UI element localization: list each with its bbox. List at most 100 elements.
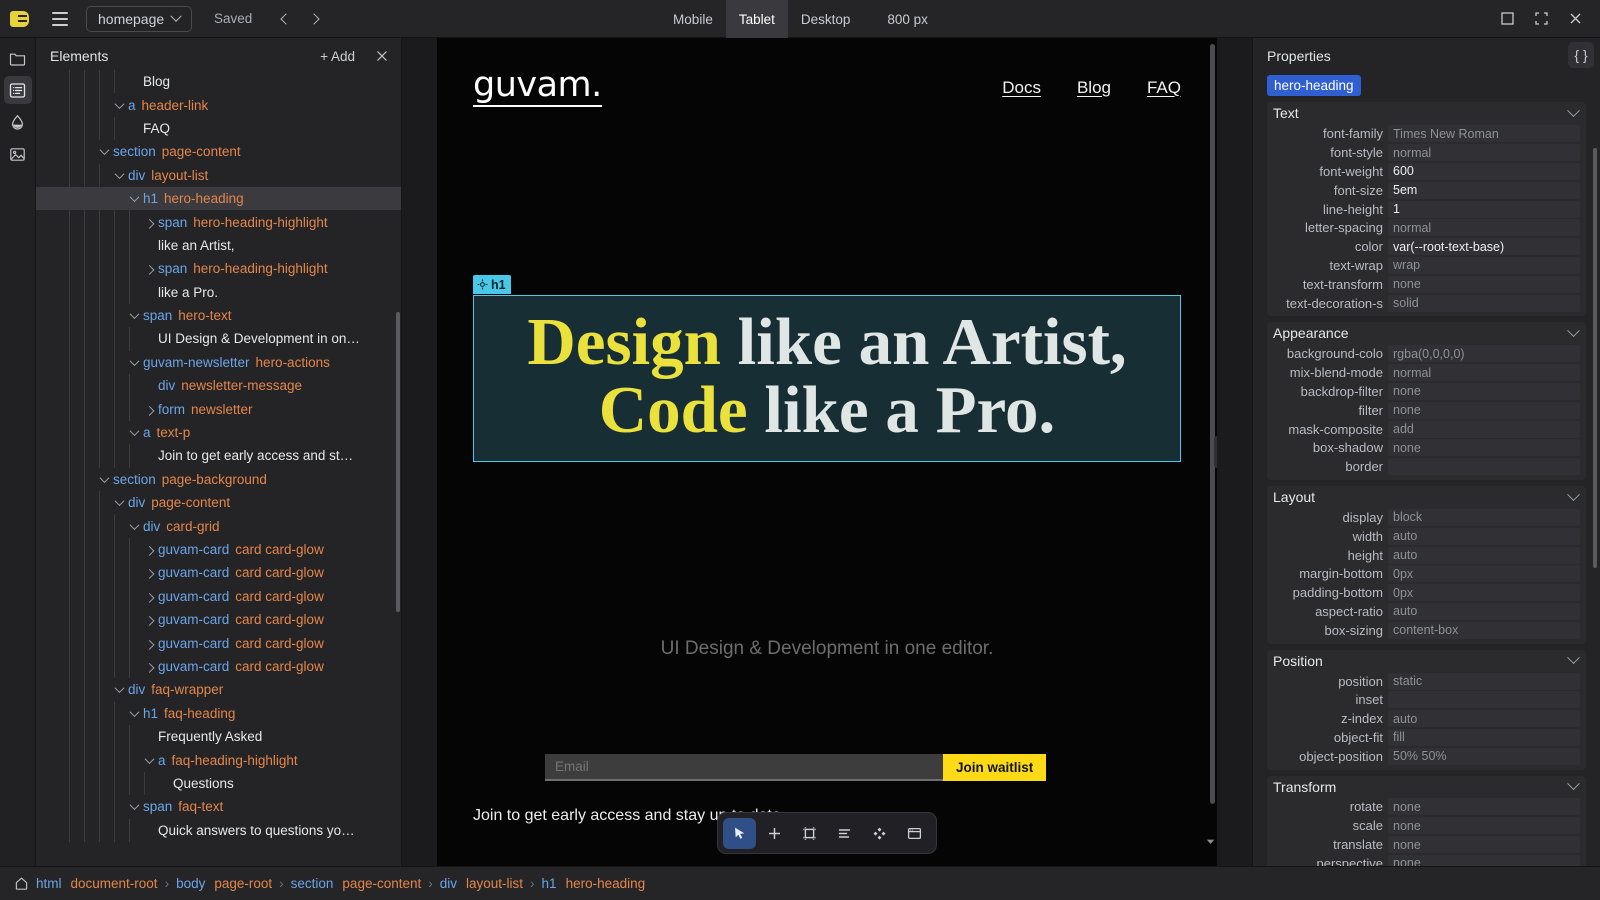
menu-icon[interactable] (38, 0, 82, 38)
property-value-input[interactable]: normal (1388, 219, 1580, 237)
property-value-input[interactable]: content-box (1388, 621, 1580, 639)
chevron-down-icon[interactable] (1567, 487, 1580, 501)
maximize-icon[interactable] (1492, 4, 1522, 34)
property-value-input[interactable]: 0px (1388, 584, 1580, 602)
property-value-input[interactable]: none (1388, 817, 1580, 835)
tree-node[interactable]: div newsletter-message (36, 374, 401, 398)
element-tree[interactable]: Blog a header-link FAQ section page-content di… (36, 68, 401, 866)
property-value-input[interactable]: none (1388, 439, 1580, 457)
tree-node[interactable]: guvam-card card card-glow (36, 537, 401, 562)
tree-node[interactable]: Frequently Asked (36, 724, 401, 749)
email-input[interactable] (545, 754, 943, 781)
hero-heading[interactable]: Design like an Artist, Code like a Pro. (473, 295, 1181, 462)
image-icon[interactable] (4, 140, 32, 168)
tree-twisty-icon[interactable] (125, 519, 143, 530)
property-value-input[interactable]: none (1388, 382, 1580, 400)
tree-twisty-icon[interactable] (110, 683, 128, 694)
cursor-tool-icon[interactable] (723, 817, 756, 849)
tree-node[interactable]: form newsletter (36, 397, 401, 421)
add-element-button[interactable]: + Add (320, 49, 355, 64)
tree-node[interactable]: div layout-list (36, 163, 401, 187)
tree-node[interactable]: h1 hero-heading (36, 186, 401, 211)
text-align-tool-icon[interactable] (828, 818, 861, 849)
viewport-size[interactable]: 800 px (875, 12, 940, 27)
tree-node[interactable]: Quick answers to questions yo… (36, 818, 401, 842)
chevron-down-icon[interactable] (1567, 651, 1580, 665)
property-value-input[interactable]: wrap (1388, 256, 1580, 274)
site-logo[interactable]: guvam. (473, 68, 602, 107)
property-value-input[interactable]: normal (1388, 364, 1580, 382)
property-value-input[interactable]: solid (1388, 294, 1580, 312)
nav-link-blog[interactable]: Blog (1077, 78, 1111, 98)
property-value-input[interactable]: none (1388, 275, 1580, 293)
tree-node[interactable]: div card-grid (36, 514, 401, 538)
tree-node[interactable]: guvam-newsletter hero-actions (36, 350, 401, 375)
tree-node[interactable]: like an Artist, (36, 233, 401, 258)
tree-node[interactable]: a text-p (36, 420, 401, 445)
property-value-input[interactable]: add (1388, 420, 1580, 438)
property-value-input[interactable]: var(--root-text-base) (1388, 238, 1580, 256)
forward-button[interactable] (302, 7, 326, 31)
breadcrumb-item[interactable]: section page-content (291, 876, 422, 891)
property-value-input[interactable]: auto (1388, 527, 1580, 545)
tree-node[interactable]: h1 faq-heading (36, 701, 401, 725)
property-value-input[interactable] (1388, 458, 1580, 476)
property-value-input[interactable]: fill (1388, 728, 1580, 746)
nav-link-faq[interactable]: FAQ (1147, 78, 1181, 98)
tree-node[interactable]: span hero-heading-highlight (36, 257, 401, 281)
property-value-input[interactable]: none (1388, 401, 1580, 419)
folder-icon[interactable] (4, 44, 32, 72)
tree-twisty-icon[interactable] (140, 218, 158, 229)
layers-list-icon[interactable] (3, 76, 32, 104)
breadcrumb-item[interactable]: html document-root (36, 876, 158, 891)
tree-twisty-icon[interactable] (95, 145, 113, 156)
droplet-icon[interactable] (4, 108, 32, 136)
tree-node[interactable]: span faq-text (36, 795, 401, 819)
tree-node[interactable]: guvam-card card card-glow (36, 607, 401, 632)
frame-tool-icon[interactable] (793, 818, 826, 849)
tree-node[interactable]: FAQ (36, 116, 401, 141)
property-value-input[interactable]: none (1388, 798, 1580, 816)
tree-twisty-icon[interactable] (140, 662, 158, 673)
tree-twisty-icon[interactable] (125, 800, 143, 811)
components-tool-icon[interactable] (863, 818, 896, 849)
property-value-input[interactable]: normal (1388, 144, 1580, 162)
tree-twisty-icon[interactable] (110, 496, 128, 507)
breadcrumb-item[interactable]: body page-root (176, 876, 272, 891)
json-view-button[interactable]: { } (1568, 42, 1594, 68)
tree-node[interactable]: a faq-heading-highlight (36, 748, 401, 772)
property-section-header[interactable]: Transform (1267, 776, 1586, 798)
tree-twisty-icon[interactable] (110, 98, 128, 109)
viewport-desktop[interactable]: Desktop (788, 0, 864, 38)
chevron-down-icon[interactable] (1567, 324, 1580, 337)
property-value-input[interactable]: 5em (1388, 181, 1580, 199)
home-icon[interactable] (14, 876, 29, 891)
breadcrumb-item[interactable]: h1 hero-heading (542, 876, 646, 891)
tree-node[interactable]: span hero-heading-highlight (36, 210, 401, 234)
breadcrumb-item[interactable]: div layout-list (440, 876, 523, 891)
page-preview[interactable]: guvam. Docs Blog FAQ h1 Design like an A… (437, 38, 1217, 866)
tree-node[interactable]: div faq-wrapper (36, 678, 401, 702)
tree-node[interactable]: div page-content (36, 491, 401, 515)
property-value-input[interactable]: block (1388, 508, 1580, 526)
property-value-input[interactable]: static (1388, 672, 1580, 690)
selected-element-chip[interactable]: hero-heading (1267, 75, 1361, 97)
tree-node[interactable]: section page-background (36, 467, 401, 492)
tree-twisty-icon[interactable] (140, 616, 158, 627)
close-elements-panel-icon[interactable] (373, 47, 391, 65)
property-value-input[interactable]: 0px (1388, 565, 1580, 583)
tree-node[interactable]: Questions (36, 771, 401, 796)
tree-twisty-icon[interactable] (95, 472, 113, 483)
close-icon[interactable] (1560, 4, 1590, 34)
viewport-tablet[interactable]: Tablet (725, 0, 788, 38)
window-tool-icon[interactable] (898, 818, 931, 849)
property-section-header[interactable]: Layout (1267, 486, 1586, 508)
tree-node[interactable]: span hero-text (36, 303, 401, 328)
back-button[interactable] (274, 7, 298, 31)
property-section-header[interactable]: Appearance (1267, 322, 1586, 344)
tree-twisty-icon[interactable] (125, 426, 143, 437)
tree-twisty-icon[interactable] (125, 192, 143, 203)
property-value-input[interactable]: 600 (1388, 162, 1580, 180)
property-value-input[interactable] (1388, 691, 1580, 709)
properties-scrollbar[interactable] (1593, 148, 1597, 569)
